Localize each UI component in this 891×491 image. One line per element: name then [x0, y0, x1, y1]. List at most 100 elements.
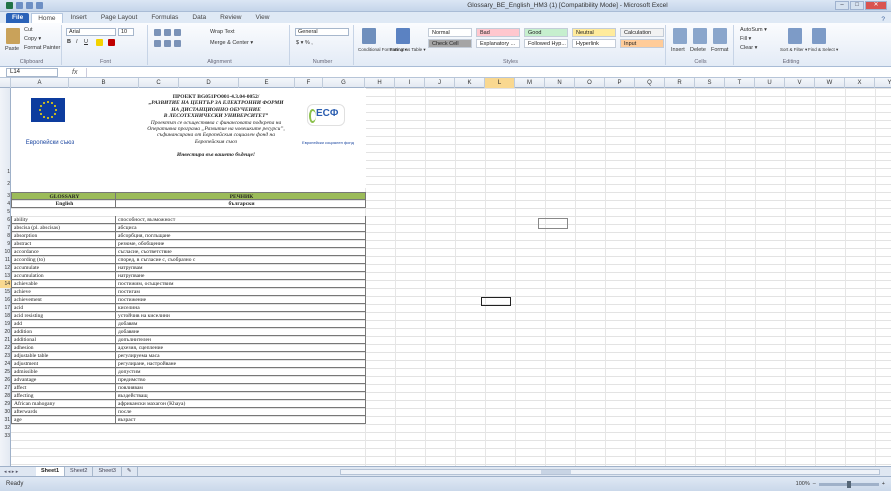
- column-header-x[interactable]: X: [845, 78, 875, 88]
- horizontal-scrollbar[interactable]: [340, 469, 880, 475]
- cell-style-bad[interactable]: Bad: [476, 28, 520, 37]
- row-header-28[interactable]: 28: [0, 392, 11, 400]
- english-cell[interactable]: acid: [11, 304, 116, 312]
- delete-button[interactable]: Delete: [690, 47, 706, 53]
- zoom-knob[interactable]: [846, 480, 851, 488]
- align-right-icon[interactable]: [174, 40, 181, 47]
- column-header-o[interactable]: O: [575, 78, 605, 88]
- column-header-l[interactable]: L: [485, 78, 515, 88]
- align-bottom-icon[interactable]: [174, 29, 181, 36]
- column-header-p[interactable]: P: [605, 78, 635, 88]
- bold-button[interactable]: B: [67, 39, 71, 45]
- sheet-nav-buttons[interactable]: ◂ ◂ ▸ ▸: [0, 469, 36, 475]
- cell-style-good[interactable]: Good: [524, 28, 568, 37]
- column-header-k[interactable]: K: [455, 78, 485, 88]
- english-cell[interactable]: absorption: [11, 232, 116, 240]
- bulgarian-cell[interactable]: според, в съгласие с, съобразно с: [116, 256, 366, 264]
- sort-filter-icon[interactable]: [788, 28, 802, 44]
- cell-style-explanatory[interactable]: Explanatory ...: [476, 39, 520, 48]
- english-cell[interactable]: abstract: [11, 240, 116, 248]
- bulgarian-cell[interactable]: абсциса: [116, 224, 366, 232]
- column-header-n[interactable]: N: [545, 78, 575, 88]
- row-header-26[interactable]: 26: [0, 376, 11, 384]
- row-header-5[interactable]: 5: [0, 208, 11, 216]
- delete-cells-icon[interactable]: [693, 28, 707, 44]
- cell-outline[interactable]: [538, 218, 568, 229]
- row-header-1[interactable]: 1: [0, 168, 11, 180]
- english-cell[interactable]: English: [11, 200, 116, 208]
- minimize-button[interactable]: –: [835, 1, 849, 10]
- bulgarian-cell[interactable]: адхезия, сцепление: [116, 344, 366, 352]
- column-header-f[interactable]: F: [295, 78, 323, 88]
- wrap-text-button[interactable]: Wrap Text: [210, 29, 235, 35]
- english-cell[interactable]: advantage: [11, 376, 116, 384]
- tab-page-layout[interactable]: Page Layout: [95, 13, 144, 23]
- align-middle-icon[interactable]: [164, 29, 171, 36]
- format-button[interactable]: Format: [711, 47, 728, 53]
- fill-color-icon[interactable]: [96, 39, 103, 46]
- help-icon[interactable]: ?: [881, 16, 891, 23]
- english-cell[interactable]: adjustment: [11, 360, 116, 368]
- column-header-m[interactable]: M: [515, 78, 545, 88]
- name-box[interactable]: L14: [6, 67, 58, 77]
- english-cell[interactable]: acid resisting: [11, 312, 116, 320]
- english-cell[interactable]: add: [11, 320, 116, 328]
- bulgarian-cell[interactable]: регулиране, настройване: [116, 360, 366, 368]
- underline-button[interactable]: U: [84, 39, 88, 45]
- tab-formulas[interactable]: Formulas: [145, 13, 184, 23]
- tab-file[interactable]: File: [6, 13, 30, 23]
- row-header-20[interactable]: 20: [0, 328, 11, 336]
- bulgarian-cell[interactable]: постижение: [116, 296, 366, 304]
- format-as-table-button[interactable]: Format as Table ▾: [390, 47, 426, 53]
- font-size-select[interactable]: 10: [118, 28, 134, 36]
- currency-button[interactable]: $ ▾ % ,: [296, 40, 313, 46]
- english-cell[interactable]: accumulation: [11, 272, 116, 280]
- cell-style-followed-hyp[interactable]: Followed Hyp...: [524, 39, 568, 48]
- column-header-r[interactable]: R: [665, 78, 695, 88]
- english-cell[interactable]: GLOSSARY: [11, 192, 116, 200]
- english-cell[interactable]: adhesion: [11, 344, 116, 352]
- english-cell[interactable]: addition: [11, 328, 116, 336]
- bulgarian-cell[interactable]: български: [116, 200, 366, 208]
- insert-sheet-icon[interactable]: ✎: [122, 467, 138, 476]
- font-name-select[interactable]: Arial: [66, 28, 116, 36]
- english-cell[interactable]: admissible: [11, 368, 116, 376]
- bulgarian-cell[interactable]: предимство: [116, 376, 366, 384]
- fill-button[interactable]: Fill ▾: [740, 36, 751, 42]
- column-header-g[interactable]: G: [323, 78, 365, 88]
- column-header-c[interactable]: C: [139, 78, 179, 88]
- column-header-a[interactable]: A: [11, 78, 69, 88]
- english-cell[interactable]: accordance: [11, 248, 116, 256]
- row-header-2[interactable]: 2: [0, 180, 11, 188]
- bulgarian-cell[interactable]: добавям: [116, 320, 366, 328]
- autosum-button[interactable]: AutoSum ▾: [740, 27, 767, 33]
- bulgarian-cell[interactable]: допустим: [116, 368, 366, 376]
- row-header-13[interactable]: 13: [0, 272, 11, 280]
- column-header-e[interactable]: E: [239, 78, 295, 88]
- find-select-button[interactable]: Find & Select ▾: [808, 47, 838, 53]
- cell-style-normal[interactable]: Normal: [428, 28, 472, 37]
- english-cell[interactable]: age: [11, 416, 116, 424]
- conditional-formatting-icon[interactable]: [362, 28, 376, 44]
- row-header-8[interactable]: 8: [0, 232, 11, 240]
- row-header-31[interactable]: 31: [0, 416, 11, 424]
- column-header-b[interactable]: B: [69, 78, 139, 88]
- bulgarian-cell[interactable]: натрупване: [116, 272, 366, 280]
- english-cell[interactable]: ability: [11, 216, 116, 224]
- bulgarian-cell[interactable]: абсорбция, поглъщане: [116, 232, 366, 240]
- bulgarian-cell[interactable]: добавяне: [116, 328, 366, 336]
- paste-button[interactable]: Paste: [5, 46, 19, 52]
- sheet-tab-sheet3[interactable]: Sheet3: [93, 467, 122, 476]
- column-header-t[interactable]: T: [725, 78, 755, 88]
- sort-filter-button[interactable]: Sort & Filter ▾: [780, 47, 807, 53]
- bulgarian-cell[interactable]: повлиявам: [116, 384, 366, 392]
- close-button[interactable]: ✕: [865, 1, 887, 10]
- insert-button[interactable]: Insert: [671, 47, 685, 53]
- find-select-icon[interactable]: [812, 28, 826, 44]
- active-cell-l14[interactable]: [481, 297, 511, 306]
- cell-style-calculation[interactable]: Calculation: [620, 28, 664, 37]
- zoom-out-icon[interactable]: –: [813, 481, 816, 487]
- worksheet-grid[interactable]: 1 2 3 4 5 6 7 8 9 10 11 12 13 14 15 16 17 18 19 20 21 22 23 24 2…: [0, 88, 891, 466]
- cell-style-hyperlink[interactable]: Hyperlink: [572, 39, 616, 48]
- undo-icon[interactable]: [26, 2, 33, 9]
